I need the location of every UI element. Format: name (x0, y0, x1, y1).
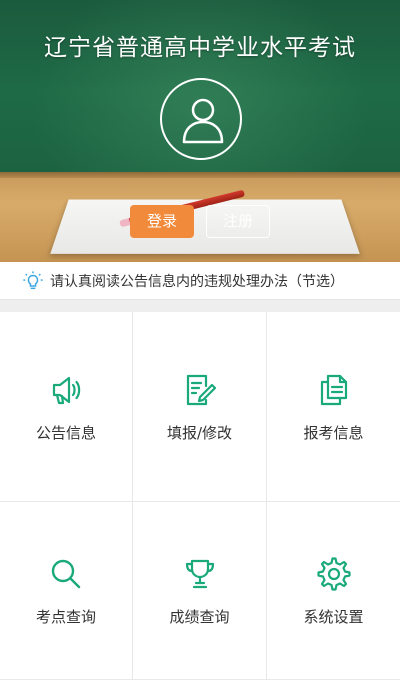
menu-item-exam-site-query[interactable]: 考点查询 (0, 502, 133, 680)
gear-icon (316, 557, 351, 591)
menu-grid: 公告信息 填报/修改 报考信息 考点查询 成绩查询 系统设置 (0, 312, 400, 680)
documents-icon (320, 374, 347, 406)
menu-item-announcements[interactable]: 公告信息 (0, 312, 133, 502)
section-divider (0, 300, 400, 312)
user-icon (182, 98, 224, 144)
megaphone-icon (52, 376, 81, 405)
search-icon (51, 559, 81, 589)
menu-item-label: 成绩查询 (169, 608, 230, 626)
hero-banner: 辽宁省普通高中学业水平考试 登录 注册 (0, 0, 400, 262)
trophy-icon (185, 559, 214, 589)
menu-item-label: 公告信息 (35, 424, 96, 442)
menu-item-system-settings[interactable]: 系统设置 (267, 502, 400, 680)
register-button[interactable]: 注册 (206, 205, 270, 238)
notice-text[interactable]: 请认真阅读公告信息内的违规处理办法（节选） (50, 271, 344, 291)
menu-item-fill-modify[interactable]: 填报/修改 (133, 312, 267, 502)
menu-item-label: 系统设置 (303, 608, 364, 626)
avatar[interactable] (160, 78, 242, 160)
edit-form-icon (186, 374, 216, 406)
lightbulb-icon (23, 270, 43, 289)
page-title: 辽宁省普通高中学业水平考试 (44, 35, 356, 61)
login-button[interactable]: 登录 (130, 205, 194, 238)
paper-decoration (50, 199, 360, 254)
menu-item-label: 填报/修改 (166, 424, 233, 442)
bottom-spacer (0, 680, 400, 700)
menu-item-label: 报考信息 (303, 424, 364, 442)
menu-item-score-query[interactable]: 成绩查询 (133, 502, 267, 680)
menu-item-label: 考点查询 (35, 608, 96, 626)
notice-bar[interactable]: 请认真阅读公告信息内的违规处理办法（节选） (0, 262, 400, 300)
menu-item-registration-info[interactable]: 报考信息 (267, 312, 400, 502)
